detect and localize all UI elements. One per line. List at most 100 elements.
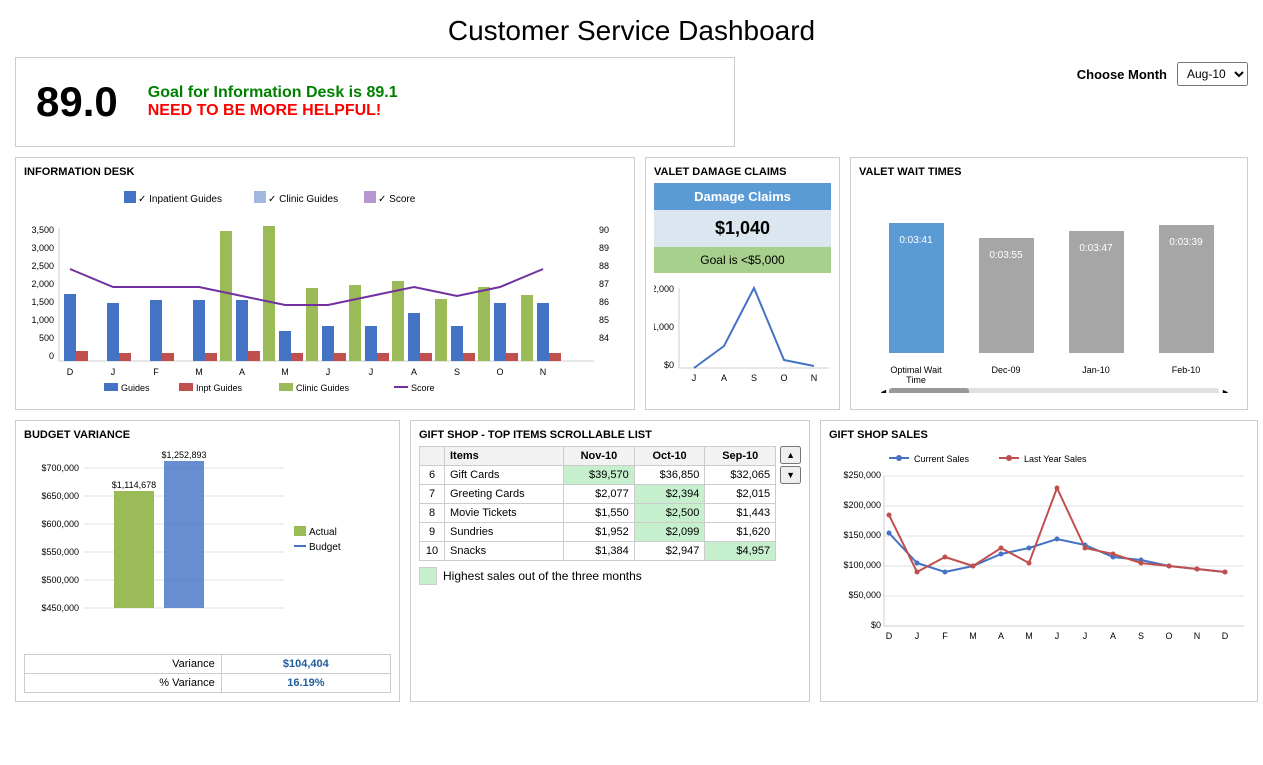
col-items: Items [445,447,564,466]
row-item: Gift Cards [445,466,564,485]
row-nov: $39,570 [564,466,635,485]
svg-text:$2,000: $2,000 [654,284,674,294]
svg-text:O: O [496,367,503,377]
score-text: Goal for Information Desk is 89.1 NEED T… [148,84,714,120]
svg-text:0:03:39: 0:03:39 [1169,237,1203,248]
svg-text:J: J [369,367,374,377]
svg-text:90: 90 [599,225,609,235]
svg-text:2,000: 2,000 [31,279,54,289]
svg-text:✓ Inpatient Guides: ✓ Inpatient Guides [138,194,222,205]
table-row: 7 Greeting Cards $2,077 $2,394 $2,015 [420,485,776,504]
svg-text:0:03:55: 0:03:55 [989,250,1023,261]
svg-text:Budget: Budget [309,542,341,553]
svg-text:O: O [1165,631,1172,641]
col-num [420,447,445,466]
svg-text:J: J [915,631,920,641]
svg-text:2,500: 2,500 [31,261,54,271]
info-desk-panel: INFORMATION DESK ✓ Inpatient Guides ✓ Cl… [15,157,635,410]
row-sep: $1,443 [705,504,776,523]
svg-text:S: S [454,367,460,377]
svg-text:S: S [1138,631,1144,641]
svg-text:$100,000: $100,000 [843,560,881,570]
svg-text:A: A [1110,631,1116,641]
table-row: 6 Gift Cards $39,570 $36,850 $32,065 [420,466,776,485]
svg-text:F: F [942,631,948,641]
svg-text:J: J [1083,631,1088,641]
svg-text:N: N [1194,631,1201,641]
svg-text:✓ Clinic Guides: ✓ Clinic Guides [268,194,338,205]
col-nov: Nov-10 [564,447,635,466]
valet-damage-panel: VALET DAMAGE CLAIMS Damage Claims $1,040… [645,157,840,410]
legend-text: Highest sales out of the three months [443,569,642,583]
gift-shop-list-title: GIFT SHOP - TOP ITEMS SCROLLABLE LIST [419,429,801,441]
valet-damage-chart: $2,000 $1,000 $0 J A S O N [654,278,834,398]
svg-text:D: D [1222,631,1229,641]
svg-text:$1,114,678: $1,114,678 [112,480,156,490]
svg-text:✓ Score: ✓ Score [378,194,416,205]
svg-text:A: A [998,631,1004,641]
gift-shop-sales-panel: GIFT SHOP SALES Current Sales Last Year … [820,420,1258,702]
svg-text:88: 88 [599,261,609,271]
score-box: 89.0 Goal for Information Desk is 89.1 N… [15,57,735,147]
svg-text:84: 84 [599,333,609,343]
warning-text: NEED TO BE MORE HELPFUL! [148,102,714,120]
budget-summary-table: Variance $104,404 % Variance 16.19% [24,654,391,693]
svg-text:$150,000: $150,000 [843,530,881,540]
svg-text:87: 87 [599,279,609,289]
svg-text:A: A [411,367,417,377]
choose-month-section: Choose Month Aug-10 Sep-10 Oct-10 [1077,57,1248,86]
scroll-down-btn[interactable]: ▼ [780,466,801,484]
row-oct: $2,394 [634,485,705,504]
svg-text:F: F [153,367,159,377]
svg-text:J: J [326,367,331,377]
valet-damage-title: VALET DAMAGE CLAIMS [654,166,831,178]
svg-text:N: N [811,373,818,383]
page-title: Customer Service Dashboard [0,0,1263,57]
svg-text:$0: $0 [664,360,674,370]
svg-text:$550,000: $550,000 [41,547,79,557]
budget-title: BUDGET VARIANCE [24,429,391,441]
row-num: 10 [420,542,445,561]
svg-text:$450,000: $450,000 [41,603,79,613]
svg-text:$50,000: $50,000 [848,590,881,600]
svg-text:Clinic Guides: Clinic Guides [296,383,350,393]
svg-text:M: M [281,367,289,377]
svg-text:Inpt Guides: Inpt Guides [196,383,243,393]
row-sep: $32,065 [705,466,776,485]
svg-text:1,500: 1,500 [31,297,54,307]
row-oct: $2,500 [634,504,705,523]
row-sep: $1,620 [705,523,776,542]
svg-text:S: S [751,373,757,383]
row-num: 9 [420,523,445,542]
table-row: 10 Snacks $1,384 $2,947 $4,957 [420,542,776,561]
svg-text:A: A [721,373,727,383]
goal-text: Goal for Information Desk is 89.1 [148,84,714,102]
variance-value: $104,404 [221,655,390,674]
svg-text:Dec-09: Dec-09 [991,365,1020,375]
row-item: Snacks [445,542,564,561]
svg-text:◄: ◄ [879,387,888,393]
col-oct: Oct-10 [634,447,705,466]
gift-shop-list-panel: GIFT SHOP - TOP ITEMS SCROLLABLE LIST It… [410,420,810,702]
svg-text:$1,252,893: $1,252,893 [161,450,206,460]
svg-text:$500,000: $500,000 [41,575,79,585]
row-num: 6 [420,466,445,485]
gift-shop-table: Items Nov-10 Oct-10 Sep-10 6 Gift Cards … [419,446,776,561]
gift-shop-sales-title: GIFT SHOP SALES [829,429,1249,441]
month-select[interactable]: Aug-10 Sep-10 Oct-10 [1177,62,1248,86]
row-nov: $1,952 [564,523,635,542]
table-row: 8 Movie Tickets $1,550 $2,500 $1,443 [420,504,776,523]
damage-goal: Goal is <$5,000 [654,247,831,273]
svg-text:0:03:47: 0:03:47 [1079,243,1113,254]
svg-text:0:03:41: 0:03:41 [899,235,933,246]
scroll-up-btn[interactable]: ▲ [780,446,801,464]
svg-text:N: N [540,367,547,377]
budget-panel: BUDGET VARIANCE $700,000 $650,000 $600,0… [15,420,400,702]
svg-text:A: A [239,367,245,377]
svg-text:500: 500 [39,333,54,343]
svg-text:Score: Score [411,383,435,393]
svg-text:M: M [1025,631,1033,641]
svg-text:$650,000: $650,000 [41,491,79,501]
svg-text:1,000: 1,000 [31,315,54,325]
damage-value: $1,040 [654,210,831,247]
